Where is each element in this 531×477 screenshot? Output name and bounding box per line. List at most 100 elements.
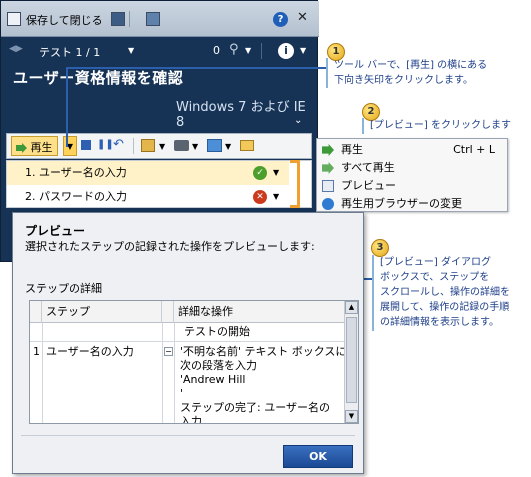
attachment-menu-chevron-icon[interactable]: ▼ bbox=[245, 46, 251, 55]
help-icon[interactable]: ? bbox=[273, 12, 288, 27]
step-label: 2. パスワードの入力 bbox=[25, 190, 127, 203]
scroll-down-icon[interactable]: ▼ bbox=[345, 410, 358, 423]
grid-header-index bbox=[30, 301, 42, 323]
menu-item-label: 再生用ブラウザーの変更 bbox=[341, 197, 462, 210]
play-button[interactable]: 再生 bbox=[11, 136, 58, 156]
menu-item-label: プレビュー bbox=[341, 179, 396, 192]
toolbar-separator bbox=[133, 138, 134, 154]
info-menu-chevron-icon[interactable]: ▼ bbox=[300, 46, 306, 55]
grid-cell-detail: 'Andrew Hill bbox=[180, 373, 246, 386]
list-item[interactable]: 1. ユーザー名の入力 ✓ ▼ bbox=[7, 161, 289, 185]
grid-line bbox=[162, 323, 163, 423]
runner-titlebar: 保存して閉じる ? ✕ bbox=[1, 1, 319, 37]
play-all-icon bbox=[322, 162, 334, 174]
callout-text: ボックスで、ステップを bbox=[380, 272, 490, 283]
step-status-chevron-icon[interactable]: ▼ bbox=[273, 161, 279, 185]
grid-header-expand bbox=[162, 301, 174, 323]
layout-icon[interactable] bbox=[146, 12, 160, 26]
menu-item-change-browser[interactable]: 再生用ブラウザーの変更 bbox=[317, 195, 507, 213]
menu-item-play-all[interactable]: すべて再生 bbox=[317, 159, 507, 177]
play-icon bbox=[16, 143, 27, 153]
grid-cell-detail: テストの開始 bbox=[184, 325, 250, 338]
steps-bracket bbox=[290, 160, 300, 208]
menu-item-label: 再生 bbox=[341, 143, 363, 156]
system-info-icon[interactable] bbox=[207, 139, 222, 152]
callout-bar bbox=[362, 118, 364, 134]
callout-text: [プレビュー] をクリックします bbox=[370, 120, 511, 131]
grid-cell-detail: 入力 bbox=[180, 415, 202, 424]
callout-note-3: [プレビュー] ダイアログ ボックスで、ステップを スクロールし、操作の詳細を … bbox=[380, 255, 530, 330]
callout-bar bbox=[372, 255, 374, 331]
grid-cell-detail: '不明な名前' テキスト ボックスに bbox=[180, 345, 347, 358]
callout-bar bbox=[326, 58, 328, 88]
step-label: 1. ユーザー名の入力 bbox=[25, 166, 127, 179]
close-icon[interactable]: ✕ bbox=[297, 10, 308, 25]
callout-text: スクロールし、操作の詳細を bbox=[380, 287, 510, 298]
grid-cell-detail: ステップの完了: ユーザー名の bbox=[180, 401, 330, 414]
info-icon[interactable]: i bbox=[278, 43, 294, 59]
fail-icon: ✕ bbox=[253, 190, 267, 204]
collapse-icon[interactable]: − bbox=[164, 347, 173, 356]
scroll-up-icon[interactable]: ▲ bbox=[345, 301, 358, 314]
grid-header-step[interactable]: ステップ bbox=[42, 301, 162, 323]
grid-header: ステップ 詳細な操作 bbox=[30, 301, 346, 323]
test-position: テスト 1 / 1 bbox=[39, 46, 101, 59]
pass-icon: ✓ bbox=[253, 166, 267, 180]
dialog-title: プレビュー bbox=[25, 224, 86, 238]
dialog-section-label: ステップの詳細 bbox=[25, 282, 102, 295]
grid-line bbox=[174, 323, 175, 423]
preview-dialog: プレビュー 選択されたステップの記録された操作をプレビューします: ステップの詳… bbox=[12, 212, 364, 474]
scroll-thumb[interactable] bbox=[346, 317, 357, 403]
expand-chevron-icon[interactable]: ⌄ bbox=[294, 115, 302, 126]
system-info-menu-chevron-icon[interactable]: ▼ bbox=[225, 142, 231, 151]
preview-icon bbox=[322, 180, 334, 192]
grid-cell-detail: 次の段落を入力 bbox=[180, 359, 257, 372]
menu-item-preview[interactable]: プレビュー bbox=[317, 177, 507, 195]
callout-text: の詳細情報を表示します。 bbox=[380, 317, 499, 328]
callout-text: ツール バーで、[再生] の横にある bbox=[334, 60, 488, 71]
grid-cell-index: 1 bbox=[33, 345, 40, 358]
screenshot-menu-chevron-icon[interactable]: ▼ bbox=[192, 142, 198, 151]
attachment-count: 0 bbox=[213, 44, 220, 57]
callout-text: [プレビュー] ダイアログ bbox=[380, 257, 491, 268]
grid-line bbox=[42, 323, 43, 423]
menu-item-play[interactable]: 再生 Ctrl + L bbox=[317, 141, 507, 159]
callout-note-1: ツール バーで、[再生] の横にある 下向き矢印をクリックします。 bbox=[334, 58, 529, 88]
menu-item-shortcut: Ctrl + L bbox=[453, 143, 495, 156]
dialog-description: 選択されたステップの記録された操作をプレビューします: bbox=[25, 240, 315, 253]
test-steps-list: 1. ユーザー名の入力 ✓ ▼ 2. パスワードの入力 ✕ ▼ bbox=[6, 160, 312, 208]
comment-icon[interactable] bbox=[141, 139, 155, 152]
menu-item-label: すべて再生 bbox=[341, 161, 395, 174]
ok-button[interactable]: OK bbox=[283, 445, 353, 468]
save-close-icon[interactable] bbox=[7, 12, 21, 26]
callout-connector bbox=[66, 67, 328, 69]
test-title: ユーザー資格情報を確認 bbox=[13, 69, 184, 87]
callout-note-2: [プレビュー] をクリックします bbox=[370, 118, 530, 133]
previous-test-icon[interactable]: ◀▶ bbox=[9, 44, 23, 54]
play-menu: 再生 Ctrl + L すべて再生 プレビュー 再生用ブラウザーの変更 bbox=[316, 138, 508, 212]
play-label: 再生 bbox=[30, 141, 53, 154]
pause-icon[interactable]: ❚❚ bbox=[97, 139, 114, 150]
undo-icon[interactable]: ↶ bbox=[113, 137, 124, 152]
toolbar-divider bbox=[129, 11, 130, 27]
screenshot-icon[interactable] bbox=[174, 140, 189, 151]
callout-connector bbox=[66, 67, 68, 147]
step-details-grid[interactable]: ステップ 詳細な操作 テストの開始 1 ユーザー名の入力 − '不明な名前' テ… bbox=[29, 300, 359, 424]
test-navigation-bar: ◀▶ テスト 1 / 1 ▼ 0 ⚲ ▼ i ▼ bbox=[1, 38, 319, 64]
save-icon[interactable] bbox=[111, 12, 125, 26]
grid-scrollbar[interactable]: ▲ ▼ bbox=[344, 301, 358, 423]
save-close-button[interactable]: 保存して閉じる bbox=[26, 12, 103, 28]
step-status-chevron-icon[interactable]: ▼ bbox=[273, 185, 279, 209]
test-list-chevron-icon[interactable]: ▼ bbox=[128, 46, 134, 55]
callout-text: 下向き矢印をクリックします。 bbox=[334, 75, 473, 86]
grid-line bbox=[30, 341, 346, 342]
stop-icon[interactable] bbox=[81, 140, 91, 150]
attachment-icon[interactable]: ⚲ bbox=[229, 42, 239, 57]
browser-icon bbox=[322, 198, 334, 210]
bug-icon[interactable] bbox=[240, 140, 254, 151]
dialog-divider bbox=[21, 435, 355, 436]
comment-menu-chevron-icon[interactable]: ▼ bbox=[159, 142, 165, 151]
runner-toolbar: 再生 ▼ ❚❚ ↶ ▼ ▼ ▼ bbox=[6, 133, 312, 159]
list-item[interactable]: 2. パスワードの入力 ✕ ▼ bbox=[7, 185, 289, 209]
grid-header-details[interactable]: 詳細な操作 bbox=[174, 301, 346, 323]
